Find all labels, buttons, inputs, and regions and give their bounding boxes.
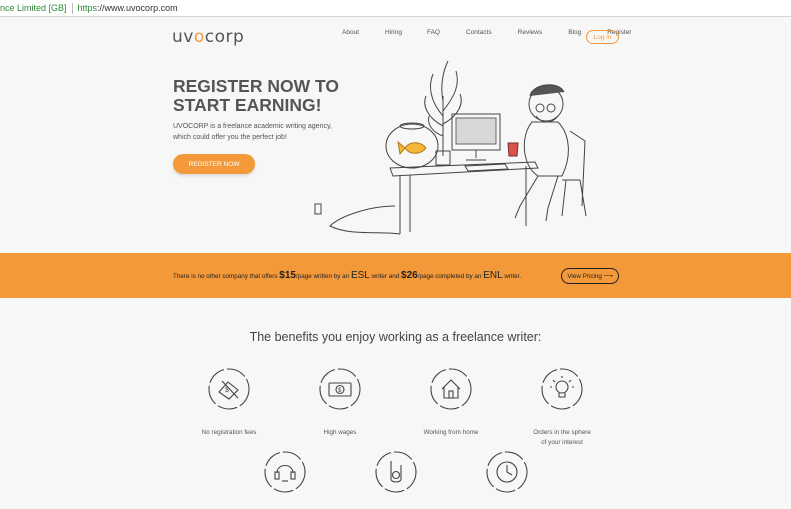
band-text-1: There is no other company that offers: [173, 273, 280, 280]
url-scheme: https: [77, 3, 98, 13]
address-divider: [71, 2, 73, 14]
logo-text-start: uv: [172, 27, 194, 47]
benefit-row2-3: [462, 451, 552, 498]
lightbulb-icon: [541, 368, 583, 410]
band-text-2: /page written by an: [295, 273, 351, 280]
benefit-working-from-home: Working from home: [406, 368, 496, 438]
esl-label: ESL: [350, 270, 370, 281]
band-text-4: /page completed by an: [417, 273, 484, 280]
uvocorp-logo[interactable]: uvocorp: [172, 27, 244, 47]
money-icon: $: [319, 368, 361, 410]
nav-hiring[interactable]: Hiring: [385, 29, 402, 36]
benefit-row2-1: [240, 451, 330, 498]
benefit-orders-in-sphere: Orders in the sphere of your interest: [517, 368, 607, 448]
url-text[interactable]: https://www.uvocorp.com: [78, 3, 178, 13]
svg-text:$: $: [225, 387, 229, 394]
benefit-label-line-2: of your interest: [541, 439, 583, 446]
logo-text-end: corp: [204, 27, 245, 47]
view-pricing-button[interactable]: View Pricing ⟶: [561, 268, 619, 284]
writer-at-desk-illustration: [314, 60, 587, 235]
payment-hand-icon: [375, 451, 417, 493]
no-fees-icon: $: [208, 368, 250, 410]
pricing-band: There is no other company that offers $1…: [0, 253, 791, 298]
pricing-statement: There is no other company that offers $1…: [173, 270, 521, 281]
band-text-3: writer and: [369, 273, 402, 280]
benefit-label-line-1: Orders in the sphere: [533, 429, 591, 436]
benefit-label: High wages: [323, 429, 357, 436]
benefit-label: Working from home: [423, 429, 479, 436]
band-text-5: writer.: [502, 273, 522, 280]
enl-label: ENL: [483, 270, 503, 281]
benefit-label: No registration fees: [201, 429, 257, 436]
nav-faq[interactable]: FAQ: [427, 29, 440, 36]
site-header: uvocorp About Hiring FAQ Contacts Review…: [0, 17, 791, 57]
nav-blog[interactable]: Blog: [568, 29, 581, 36]
enl-price: $26: [401, 270, 418, 281]
nav-contacts[interactable]: Contacts: [466, 29, 492, 36]
browser-address-bar[interactable]: nce Limited [GB] https://www.uvocorp.com: [0, 0, 791, 17]
clock-icon: [486, 451, 528, 493]
certificate-label[interactable]: nce Limited [GB]: [0, 3, 67, 13]
nav-reviews[interactable]: Reviews: [518, 29, 543, 36]
register-now-button[interactable]: REGISTER NOW: [173, 154, 255, 174]
benefit-row2-2: [351, 451, 441, 498]
esl-price: $15: [279, 270, 296, 281]
logo-accent-o: o: [193, 27, 205, 47]
home-icon: [430, 368, 472, 410]
url-host: ://www.uvocorp.com: [97, 3, 178, 13]
benefit-no-registration-fees: $ No registration fees: [184, 368, 274, 438]
benefit-high-wages: $ High wages: [295, 368, 385, 438]
login-button[interactable]: Log in: [586, 30, 619, 44]
benefit-label: Orders in the sphere of your interest: [517, 428, 607, 448]
support-headset-icon: [264, 451, 306, 493]
benefits-title: The benefits you enjoy working as a free…: [249, 330, 542, 344]
nav-about[interactable]: About: [342, 29, 359, 36]
